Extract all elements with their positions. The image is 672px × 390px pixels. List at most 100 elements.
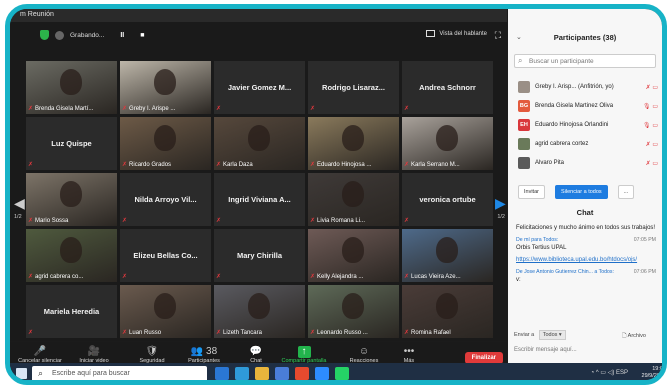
participant-tile[interactable]: veronica ortube ✗ <box>402 173 493 226</box>
muted-mic-icon: ✗ <box>310 218 316 224</box>
participant-figure <box>60 237 82 263</box>
participant-figure <box>342 125 364 151</box>
participant-tile[interactable]: ✗ Leonardo Russo ... <box>308 285 399 338</box>
muted-mic-icon: ✗ <box>216 218 222 224</box>
participant-label: ✗ <box>216 217 221 224</box>
toolbar-seguridad-button[interactable]: 🛡 Seguridad <box>128 346 176 364</box>
task-view-icon[interactable] <box>215 367 229 380</box>
participant-tile[interactable]: Luz Quispe ✗ <box>26 117 117 170</box>
zoom-app-icon[interactable] <box>315 367 329 380</box>
participant-tile[interactable]: ✗ agrid cabrera co... <box>26 229 117 282</box>
toolbar-iniciar-video-button[interactable]: 🎥 Iniciar video <box>70 346 118 364</box>
chat-message: v: <box>516 277 521 283</box>
participant-label: ✗ Romina Rafael <box>404 329 451 337</box>
muted-mic-icon: ✗ <box>28 162 34 168</box>
whatsapp-icon[interactable] <box>335 367 349 380</box>
participant-tile[interactable]: ✗ Karla Serrano M... <box>402 117 493 170</box>
chat-input[interactable]: Escribir mensaje aquí... <box>514 347 577 353</box>
chat-message: Felicitaciones y mucho ánimo en todos su… <box>516 225 656 231</box>
participant-tile[interactable]: ✗ Karla Daza <box>214 117 305 170</box>
participant-row[interactable]: agrid cabrera cortez ✗ ▭ <box>518 137 658 151</box>
participant-tile[interactable]: ✗ Kelly Alejandra ... <box>308 229 399 282</box>
participant-tile[interactable]: ✗ Greby I. Arispe ... <box>120 61 211 114</box>
file-button[interactable]: 🗋 Archivo <box>622 332 646 341</box>
participant-tile[interactable]: ✗ Brenda Gisela Martí... <box>26 61 117 114</box>
participant-tile[interactable]: ✗ Lizeth Tancara <box>214 285 305 338</box>
recipient-select[interactable]: Todos ▾ <box>538 330 566 340</box>
participant-tile[interactable]: ✗ Eduardo Hinojosa ... <box>308 117 399 170</box>
mic-camera-status-icon: ✗ ▭ <box>645 160 658 167</box>
toolbar-más-button[interactable]: ••• Más <box>385 346 433 364</box>
participant-label: ✗ <box>310 105 315 112</box>
participant-tile[interactable]: Javier Gomez M... ✗ <box>214 61 305 114</box>
participant-tile[interactable]: Mariela Heredia ✗ <box>26 285 117 338</box>
mic-camera-status-icon: ✗ ▭ <box>645 84 658 91</box>
taskbar-search[interactable]: ⌕ Escribe aquí para buscar <box>32 366 207 380</box>
toolbar-reacciones-button[interactable]: ☺ Reacciones <box>340 346 388 364</box>
participant-tile[interactable]: Nilda Arroyo Vil... ✗ <box>120 173 211 226</box>
participant-tile[interactable]: ✗ Mario Sossa <box>26 173 117 226</box>
stop-recording-button[interactable]: ■ <box>140 32 144 39</box>
participant-tile[interactable]: ✗ Ricardo Grados <box>120 117 211 170</box>
toolbar-icon: 🎤 <box>33 346 47 357</box>
screen-frame: m Reunión Grabando... II ■ Vista del hab… <box>5 4 667 385</box>
window-title: m Reunión <box>10 9 507 22</box>
toolbar-icon: 🎥 <box>87 346 101 357</box>
chat-footer: Enviar a Todos ▾ 🗋 Archivo <box>514 330 656 341</box>
participant-tile[interactable]: Ingrid Viviana A... ✗ <box>214 173 305 226</box>
participant-name: Brenda Gisela Martí... <box>35 105 94 112</box>
toolbar-participantes-button[interactable]: 👥 38 Participantes <box>180 346 228 364</box>
participant-row[interactable]: Alvaro Pita ✗ ▭ <box>518 156 658 170</box>
chat-title: Chat <box>576 208 594 217</box>
mute-all-button[interactable]: Silenciar a todos <box>554 185 608 199</box>
edge-icon[interactable] <box>235 367 249 380</box>
fullscreen-icon[interactable]: ⛶ <box>495 30 501 41</box>
participant-tile[interactable]: Elizeu Bellas Co... ✗ <box>120 229 211 282</box>
taskbar-apps <box>215 367 349 380</box>
participant-name: Elizeu Bellas Co... <box>133 251 198 260</box>
muted-mic-icon: ✗ <box>216 106 222 112</box>
participant-tile[interactable]: Mary Chirilla ✗ <box>214 229 305 282</box>
participant-figure <box>436 293 458 319</box>
participant-label: ✗ <box>216 273 221 280</box>
muted-mic-icon: ✗ <box>216 274 222 280</box>
participant-row[interactable]: Greby I. Arisp... (Anfitrión, yo) ✗ ▭ <box>518 80 658 94</box>
participant-row[interactable]: BG Brenda Gisela Martinez Oliva 🎙 ▭ <box>518 99 658 113</box>
system-tray-icons[interactable]: ◔ ^ ▭ ◁) ESP <box>591 369 628 376</box>
chat-link[interactable]: https://www.biblioteca.upal.edu.bo/htdoc… <box>516 257 637 263</box>
file-explorer-icon[interactable] <box>255 367 269 380</box>
chat-messages: Felicitaciones y mucho ánimo en todos su… <box>516 224 656 284</box>
toolbar-chat-button[interactable]: 💬 Chat <box>232 346 280 364</box>
participant-name: Luan Russo <box>129 329 162 336</box>
windows-taskbar: ⌕ Escribe aquí para buscar ◔ ^ ▭ ◁) ESP … <box>10 363 662 380</box>
toolbar-compartir-pantalla-button[interactable]: ↑ Compartir pantalla <box>280 346 328 364</box>
muted-mic-icon: ✗ <box>28 218 34 224</box>
clock[interactable]: 19:08 29/9/2020 <box>642 366 662 380</box>
participant-figure <box>248 293 270 319</box>
more-button[interactable]: ... <box>617 185 635 199</box>
participant-tile[interactable]: Rodrigo Lisaraz... ✗ <box>308 61 399 114</box>
windows-start-icon[interactable] <box>16 368 27 379</box>
speaker-view-button[interactable]: Vista del hablante <box>426 30 487 37</box>
taskbar-search-placeholder: Escribe aquí para buscar <box>52 370 130 377</box>
zoom-meeting-window: m Reunión Grabando... II ■ Vista del hab… <box>10 9 507 372</box>
invite-button[interactable]: Invitar <box>518 185 545 199</box>
participant-figure <box>60 181 82 207</box>
participant-tile[interactable]: ✗ Romina Rafael <box>402 285 493 338</box>
participant-tile[interactable]: ✗ Livia Romana Li... <box>308 173 399 226</box>
participant-search-input[interactable]: ⌕ Buscar un participante <box>514 54 656 68</box>
participant-row[interactable]: EH Eduardo Hinojosa Orlandini 🎙 ▭ <box>518 118 658 132</box>
store-icon[interactable] <box>275 367 289 380</box>
participant-tile[interactable]: ✗ Lucas Vieira Aze... <box>402 229 493 282</box>
participant-name: Andrea Schnorr <box>419 83 476 92</box>
recording-indicator: Grabando... II ■ <box>40 30 144 40</box>
chat-sender: De Jose Antonio Gutierrez Chin... a Todo… <box>516 269 614 275</box>
page-indicator-left: 1/2 <box>14 214 22 220</box>
participant-tile[interactable]: ✗ Luan Russo <box>120 285 211 338</box>
chrome-icon[interactable] <box>295 367 309 380</box>
pause-recording-button[interactable]: II <box>120 32 124 39</box>
muted-mic-icon: ✗ <box>122 330 128 336</box>
participant-tile[interactable]: Andrea Schnorr ✗ <box>402 61 493 114</box>
mic-camera-status-icon: ✗ ▭ <box>645 141 658 148</box>
participant-name: Luz Quispe <box>51 139 92 148</box>
